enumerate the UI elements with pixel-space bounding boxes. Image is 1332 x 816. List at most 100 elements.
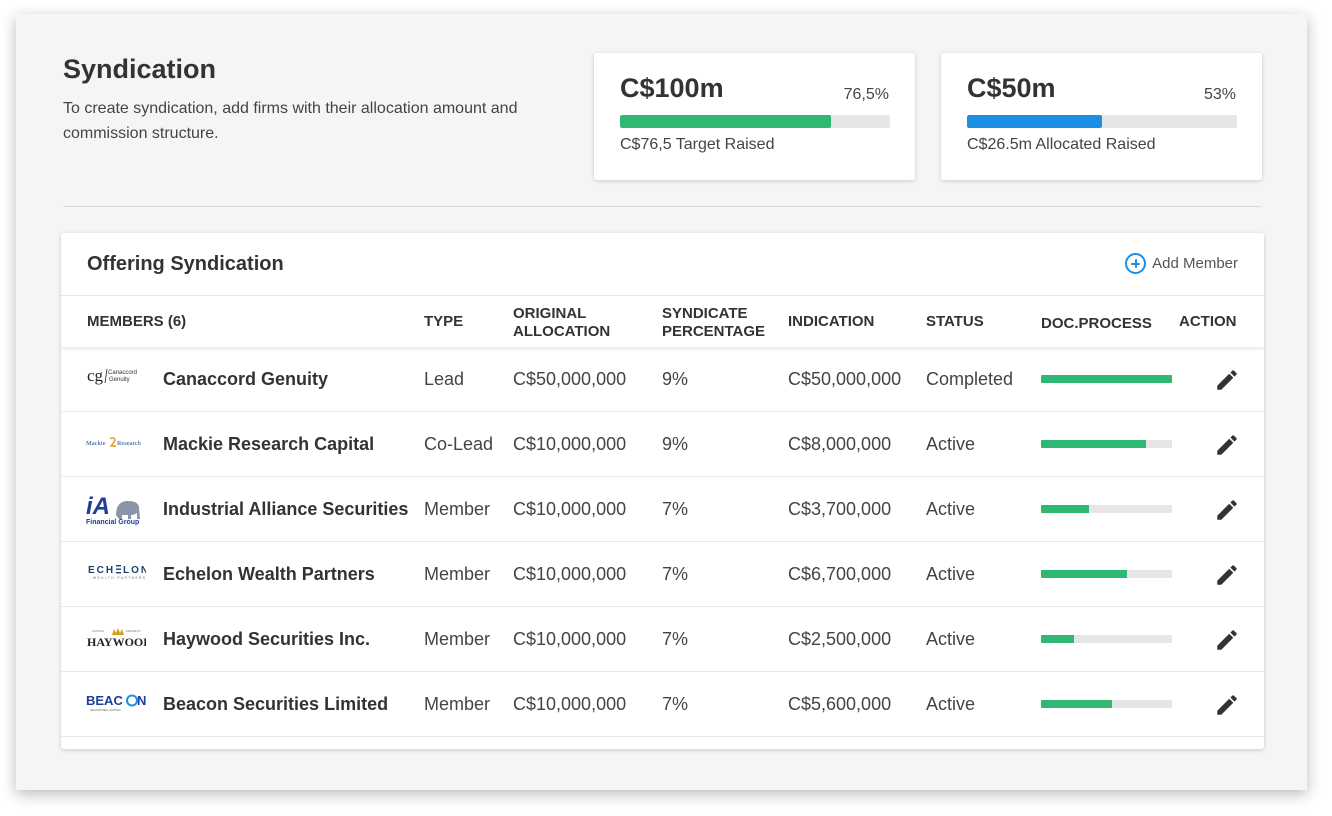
col-indication[interactable]: INDICATION — [788, 313, 874, 331]
page-title: Syndication — [63, 54, 217, 84]
stat-amount: C$100m — [620, 73, 724, 103]
syndicate-percentage: 9% — [662, 434, 689, 454]
svg-text:iA: iA — [86, 493, 110, 520]
member-name: Echelon Wealth Partners — [163, 564, 375, 584]
original-allocation: C$10,000,000 — [513, 694, 627, 714]
svg-text:Financial Group: Financial Group — [86, 519, 139, 526]
original-allocation: C$10,000,000 — [513, 564, 627, 584]
svg-text:cg: cg — [87, 366, 104, 385]
table-row: cg Canaccord Genuity Canaccord Genuity Lead C… — [61, 347, 1264, 412]
svg-text:Canaccord: Canaccord — [108, 370, 137, 376]
indication: C$2,500,000 — [788, 629, 892, 649]
col-doc-process[interactable]: DOC.PROCESS — [1041, 315, 1152, 333]
add-member-button[interactable]: Add Member — [1125, 253, 1238, 274]
table-row: iA Financial Group Industrial Alliance Sec… — [61, 477, 1264, 542]
page-description: To create syndication, add firms with th… — [63, 100, 518, 142]
add-member-label: Add Member — [1152, 255, 1238, 272]
col-original-allocation[interactable]: ORIGINAL ALLOCATION — [513, 305, 610, 341]
syndicate-percentage: 7% — [662, 564, 689, 584]
stat-percent: 76,5% — [843, 86, 889, 103]
target-raised-card: C$100m 76,5% C$76,5 Target Raised — [594, 53, 915, 180]
svg-text:SECURITIES LIMITED: SECURITIES LIMITED — [90, 708, 122, 712]
member-type: Member — [424, 629, 491, 649]
edit-icon[interactable] — [1214, 432, 1240, 458]
syndicate-percentage: 7% — [662, 694, 689, 714]
stat-caption: C$26.5m Allocated Raised — [967, 136, 1156, 153]
member-type: Member — [424, 499, 491, 519]
card-title: Offering Syndication — [87, 253, 284, 275]
status: Active — [926, 499, 976, 519]
doc-process-fill — [1041, 375, 1172, 383]
table-row: CAPITAL MARKETS HAYWOOD Haywood Securities … — [61, 607, 1264, 672]
status: Active — [926, 434, 976, 454]
progress-fill — [967, 115, 1102, 128]
doc-process-bar — [1041, 440, 1172, 448]
syndicate-percentage: 9% — [662, 369, 689, 389]
svg-text:ECH: ECH — [88, 565, 115, 576]
col-type[interactable]: TYPE — [424, 313, 463, 331]
doc-process-bar — [1041, 505, 1172, 513]
member-type: Member — [424, 564, 491, 584]
col-status[interactable]: STATUS — [926, 313, 984, 331]
doc-process-fill — [1041, 440, 1146, 448]
edit-icon[interactable] — [1214, 497, 1240, 523]
svg-text:CAPITAL: CAPITAL — [92, 629, 105, 633]
status: Active — [926, 629, 976, 649]
original-allocation: C$10,000,000 — [513, 499, 627, 519]
member-type: Member — [424, 694, 491, 714]
edit-icon[interactable] — [1214, 562, 1240, 588]
original-allocation: C$50,000,000 — [513, 369, 627, 389]
svg-text:HAYWOOD: HAYWOOD — [87, 635, 146, 649]
plus-circle-icon — [1125, 253, 1147, 274]
col-action: ACTION — [1179, 313, 1237, 330]
member-name: Canaccord Genuity — [163, 369, 329, 389]
original-allocation: C$10,000,000 — [513, 629, 627, 649]
col-syndicate-percentage[interactable]: SYNDICATE PERCENTAGE — [662, 305, 765, 341]
member-name: Haywood Securities Inc. — [163, 629, 371, 649]
col-members[interactable]: MEMBERS (6) — [87, 313, 186, 331]
syndication-panel: Syndication To create syndication, add f… — [16, 14, 1307, 790]
doc-process-fill — [1041, 700, 1112, 708]
doc-process-bar — [1041, 635, 1172, 643]
doc-process-fill — [1041, 635, 1074, 643]
indication: C$3,700,000 — [788, 499, 892, 519]
status: Active — [926, 694, 976, 714]
member-logo: ECH LONWEALTH PARTNERS — [86, 556, 148, 592]
svg-text:BEAC: BEAC — [86, 693, 123, 708]
member-logo: BEAC N SECURITIES LIMITED — [86, 686, 146, 722]
member-name: Beacon Securities Limited — [163, 694, 389, 714]
edit-icon[interactable] — [1214, 692, 1240, 718]
member-logo: CAPITAL MARKETS HAYWOOD — [86, 621, 152, 657]
member-logo: Mackie Research — [86, 426, 146, 462]
member-logo: iA Financial Group — [86, 491, 146, 527]
original-allocation: C$10,000,000 — [513, 434, 627, 454]
stat-percent: 53% — [1203, 86, 1236, 103]
table-row: BEAC N SECURITIES LIMITED Beacon Securities… — [61, 672, 1264, 737]
stat-caption: C$76,5 Target Raised — [620, 136, 775, 153]
progress-fill — [620, 115, 831, 128]
doc-process-bar — [1041, 375, 1172, 383]
allocated-raised-card: C$50m 53% C$26.5m Allocated Raised — [941, 53, 1262, 180]
doc-process-bar — [1041, 700, 1172, 708]
member-name: Industrial Alliance Securities — [163, 499, 409, 519]
allocated-progress-bar — [967, 115, 1237, 128]
syndicate-percentage: 7% — [662, 629, 689, 649]
member-name: Mackie Research Capital — [163, 434, 375, 454]
table-row: Mackie Research Mackie Research Capital Co-… — [61, 412, 1264, 477]
stat-amount: C$50m — [967, 73, 1056, 103]
member-logo: cg Canaccord Genuity — [86, 361, 146, 397]
edit-icon[interactable] — [1214, 367, 1240, 393]
doc-process-fill — [1041, 505, 1090, 513]
section-divider — [63, 206, 1261, 207]
syndicate-percentage: 7% — [662, 499, 689, 519]
indication: C$50,000,000 — [788, 369, 902, 389]
table-row: ECH LONWEALTH PARTNERS Echelon Wealth Part… — [61, 542, 1264, 607]
status: Completed — [926, 369, 1014, 389]
svg-text:Research: Research — [117, 440, 142, 447]
offering-syndication-card: Offering Syndication Add Member MEMBERS … — [61, 233, 1264, 749]
indication: C$5,600,000 — [788, 694, 892, 714]
edit-icon[interactable] — [1214, 627, 1240, 653]
svg-text:WEALTH PARTNERS: WEALTH PARTNERS — [93, 576, 146, 580]
svg-text:LON: LON — [123, 565, 146, 576]
indication: C$6,700,000 — [788, 564, 892, 584]
